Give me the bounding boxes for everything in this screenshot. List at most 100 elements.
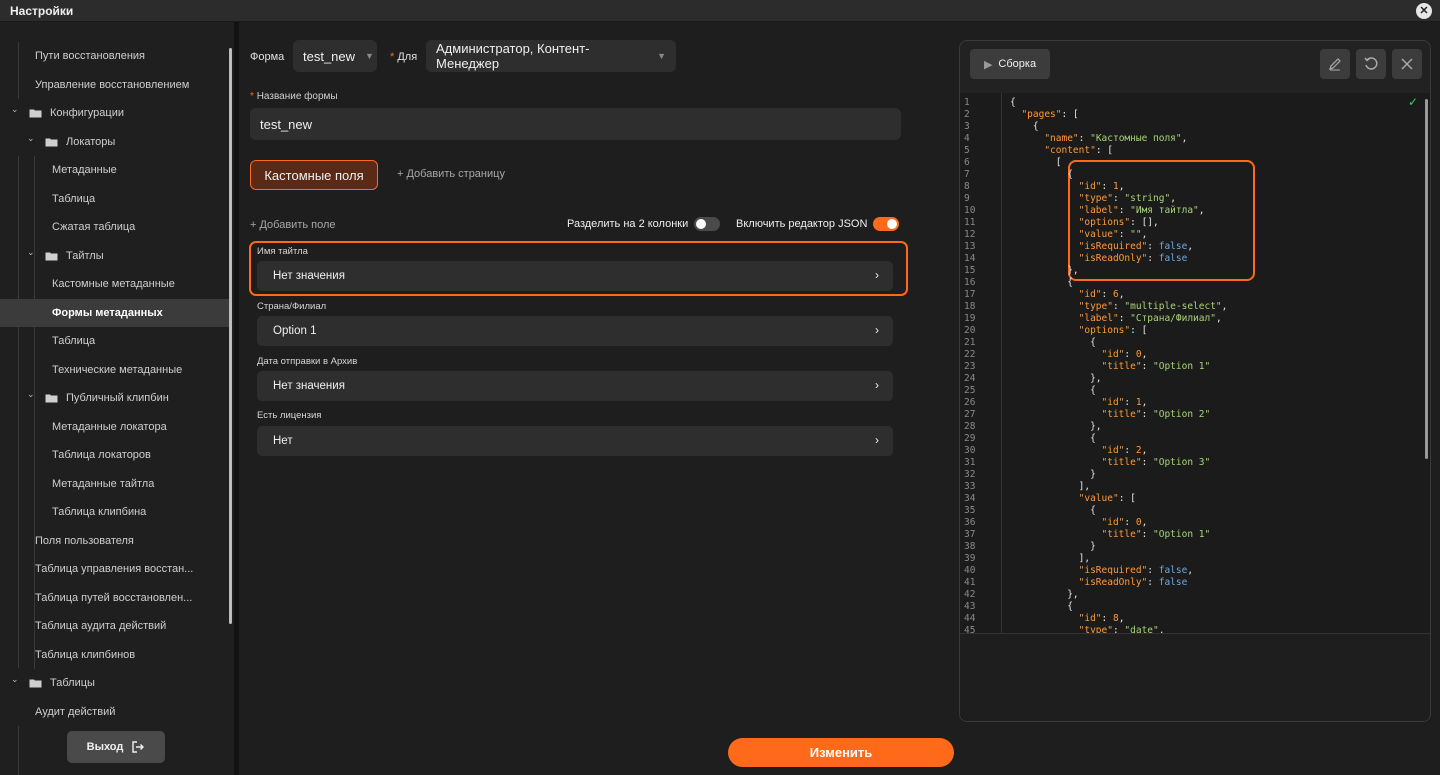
line-number: 20 [964, 325, 976, 336]
field-select[interactable]: Нет значения › [257, 371, 893, 401]
line-number: 24 [964, 373, 976, 384]
window-title: Настройки [10, 3, 74, 18]
submit-button[interactable]: Изменить [728, 738, 954, 767]
line-number: 16 [964, 277, 976, 288]
close-icon [1401, 58, 1413, 70]
logout-button[interactable]: Выход [67, 731, 165, 763]
line-number: 36 [964, 517, 976, 528]
for-label-wrap: * Для [390, 51, 417, 63]
sidebar-item-label: Сжатая таблица [52, 221, 136, 234]
reset-button[interactable] [1356, 49, 1386, 79]
line-number: 2 [964, 109, 970, 120]
line-number: 23 [964, 361, 976, 372]
edit-button[interactable] [1320, 49, 1350, 79]
code-line: { [1010, 337, 1096, 348]
folder-icon [45, 137, 58, 147]
folder-icon [29, 108, 42, 118]
sidebar-item[interactable]: Аудит действий [0, 698, 229, 727]
json-editor-toggle[interactable] [873, 217, 900, 231]
sidebar-item-label: Таблица клипбина [52, 506, 147, 519]
add-page-button[interactable]: + Добавить страницу [397, 168, 505, 180]
form-name-label: Название формы [256, 91, 338, 102]
code-editor[interactable]: ✓ 1 {2 "pages": [3 {4 "name": "Кастомные … [960, 93, 1430, 633]
sidebar-item-label: Метаданные [52, 164, 117, 177]
sidebar-item[interactable]: Управление восстановлением [0, 71, 229, 100]
field-value: Нет значения [273, 380, 345, 392]
chevron-down-icon: ▼ [657, 51, 666, 61]
line-number: 35 [964, 505, 976, 516]
field-select[interactable]: Нет › [257, 426, 893, 456]
tab-custom-fields[interactable]: Кастомные поля [250, 160, 378, 190]
sidebar-item-label: Таблица аудита действий [35, 620, 167, 633]
chevron-down-icon[interactable]: ⌄ [27, 133, 35, 144]
close-editor-button[interactable] [1392, 49, 1422, 79]
code-line: "isRequired": false, [1078, 565, 1194, 576]
required-marker: * [390, 51, 395, 63]
toggle-knob [696, 219, 707, 229]
sidebar-item[interactable]: ⌄ Локаторы [0, 128, 229, 157]
line-number: 31 [964, 457, 976, 468]
line-number: 3 [964, 121, 970, 132]
pencil-icon [1329, 58, 1341, 71]
sidebar-item-label: Управление восстановлением [35, 78, 190, 91]
chevron-right-icon: › [875, 378, 879, 392]
play-icon: ▶ [983, 58, 993, 71]
required-marker: * [250, 91, 254, 102]
split-columns-toggle[interactable] [694, 217, 721, 231]
for-label: Для [397, 51, 418, 63]
add-field-button[interactable]: + Добавить поле [250, 219, 336, 231]
split-columns-toggle-row: Разделить на 2 колонки [567, 217, 721, 231]
tree-guide-line [18, 726, 19, 775]
split-columns-label: Разделить на 2 колонки [567, 218, 689, 230]
sidebar-item-label: Пути восстановления [35, 50, 146, 63]
line-number: 45 [964, 625, 976, 633]
line-number: 25 [964, 385, 976, 396]
field-select[interactable]: Нет значения › [257, 261, 893, 291]
sidebar: Пути восстановления Управление восстановл… [0, 22, 234, 775]
form-select[interactable]: test_new ▼ [293, 40, 377, 72]
code-line: "id": 0, [1101, 349, 1148, 360]
code-line: }, [1010, 373, 1102, 384]
sidebar-item-label: Метаданные тайтла [52, 477, 155, 490]
json-editor-footer [960, 633, 1430, 721]
sidebar-tree: Пути восстановления Управление восстановл… [0, 42, 229, 775]
code-line: ], [1010, 481, 1091, 492]
code-line: "type": "date", [1078, 625, 1165, 633]
form-select-value: test_new [303, 48, 356, 64]
code-line: "id": 0, [1101, 517, 1148, 528]
build-button[interactable]: ▶ Сборка [970, 49, 1050, 79]
role-select-value: Администратор, Контент-Менеджер [436, 41, 590, 71]
code-line: "title": "Option 1" [1101, 529, 1211, 540]
chevron-down-icon[interactable]: ⌄ [11, 674, 19, 685]
code-line: "options": [ [1078, 325, 1148, 336]
field-value: Option 1 [273, 325, 317, 337]
role-select[interactable]: Администратор, Контент-Менеджер ▼ [426, 40, 676, 72]
sidebar-item-label: Таблица [52, 192, 96, 205]
sidebar-item-label: Метаданные локатора [52, 420, 167, 433]
field-select[interactable]: Option 1 › [257, 316, 893, 346]
line-number: 22 [964, 349, 976, 360]
sidebar-item[interactable]: ⌄ Таблицы [0, 669, 229, 698]
code-line: "label": "Имя тайтла", [1078, 205, 1205, 216]
code-line: }, [1010, 421, 1102, 432]
code-line: { [1010, 433, 1096, 444]
field-value: Нет [273, 435, 293, 447]
code-scrollbar[interactable] [1425, 99, 1428, 459]
sidebar-scrollbar[interactable] [229, 48, 232, 624]
tree-guide-line [18, 42, 19, 99]
form-name-input[interactable]: test_new [250, 108, 901, 140]
code-line: "isReadOnly": false [1078, 577, 1188, 588]
close-icon[interactable]: ✕ [1416, 3, 1432, 19]
sidebar-item[interactable]: Пути восстановления [0, 42, 229, 71]
line-number: 18 [964, 301, 976, 312]
valid-check-icon: ✓ [1408, 95, 1419, 109]
chevron-down-icon[interactable]: ⌄ [11, 104, 19, 115]
sidebar-item[interactable]: ⌄ Конфигурации [0, 99, 229, 128]
code-line: "options": [], [1078, 217, 1159, 228]
code-line: "name": "Кастомные поля", [1044, 133, 1188, 144]
line-number: 43 [964, 601, 976, 612]
line-number: 29 [964, 433, 976, 444]
line-number: 12 [964, 229, 976, 240]
sidebar-item-label: Таблицы [50, 677, 95, 690]
code-line: "pages": [ [1021, 109, 1079, 120]
